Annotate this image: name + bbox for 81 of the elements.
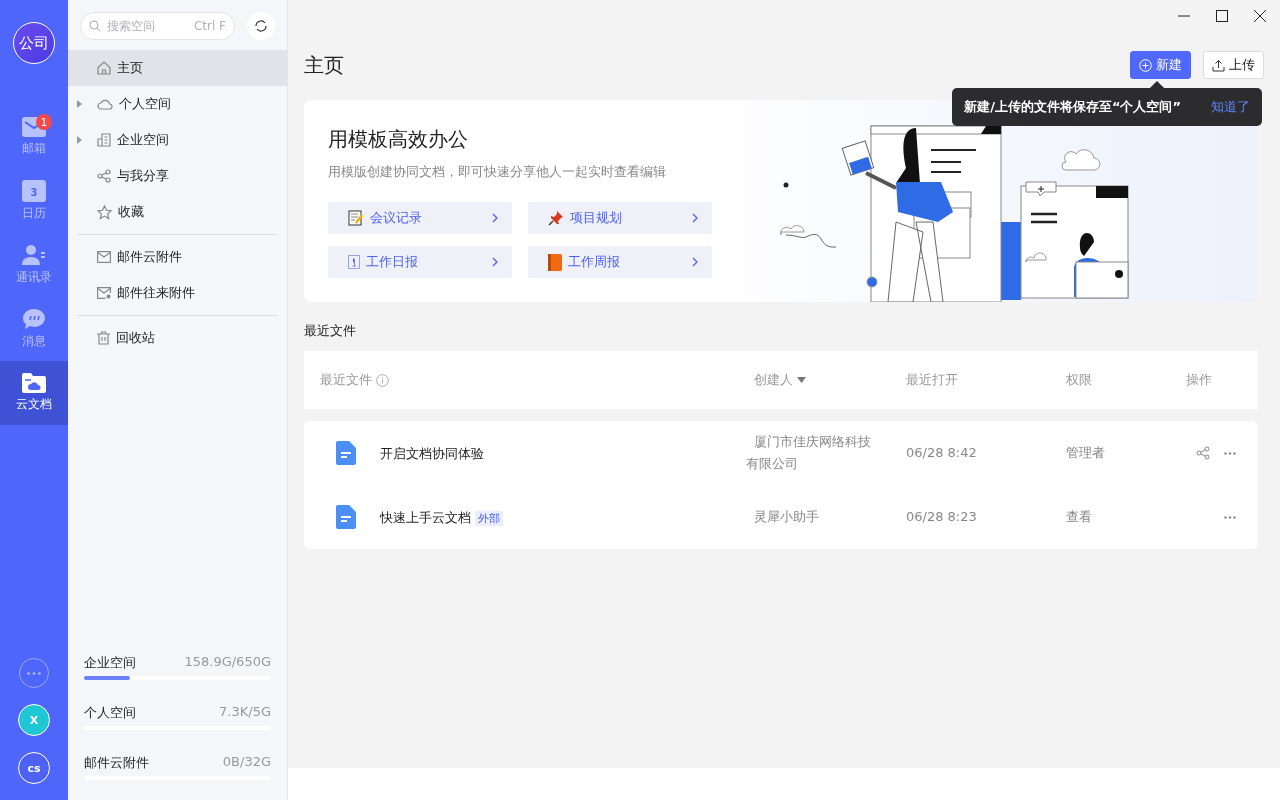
section-title: 最近文件 xyxy=(304,322,357,340)
book-icon xyxy=(548,253,562,271)
refresh-icon xyxy=(254,19,268,33)
banner-subtitle: 用模版创建协同文档，即可快速分享他人一起实时查看编辑 xyxy=(328,163,667,181)
unread-badge: 1 xyxy=(36,114,52,130)
storage-label: 邮件云附件 xyxy=(84,754,149,772)
home-icon xyxy=(97,61,111,75)
template-button[interactable]: 工作日报 xyxy=(328,246,512,278)
upload-icon xyxy=(1212,58,1225,72)
plus-circle-icon xyxy=(1139,58,1152,72)
sidebar-item[interactable]: 企业空间 xyxy=(68,122,287,158)
new-button[interactable]: 新建 xyxy=(1130,51,1191,79)
page-title: 主页 xyxy=(304,51,345,79)
file-name[interactable]: 开启文档协同体验 xyxy=(380,446,484,461)
shortcut-hint: Ctrl F xyxy=(193,19,226,33)
opened-time: 06/28 8:23 xyxy=(906,508,978,526)
permission-cell-text: 查看 xyxy=(1066,508,1093,526)
upload-button[interactable]: 上传 xyxy=(1203,51,1264,79)
chevron-right-icon xyxy=(692,213,698,223)
contacts-icon xyxy=(22,244,46,266)
tooltip-text: 新建/上传的文件将保存至“个人空间” xyxy=(964,98,1181,116)
got-it-link[interactable]: 知道了 xyxy=(1211,98,1250,116)
folder-cloud-icon xyxy=(22,373,46,393)
chevron-right-icon xyxy=(492,213,498,223)
expand-caret-icon[interactable] xyxy=(77,136,83,144)
template-button[interactable]: 工作周报 xyxy=(528,246,712,278)
sidebar-item[interactable]: 回收站 xyxy=(68,320,287,356)
maximize-icon[interactable] xyxy=(1216,10,1228,22)
storage-usage: 0B/32G xyxy=(222,754,271,771)
sidebar-item[interactable]: 与我分享 xyxy=(68,158,287,194)
opened-time: 06/28 8:42 xyxy=(906,444,978,462)
sidebar-item[interactable]: 个人空间 xyxy=(68,86,287,122)
column-header: 最近打开 xyxy=(906,371,958,389)
user-avatar[interactable]: cs xyxy=(18,752,50,784)
storage-usage: 7.3K/5G xyxy=(219,704,271,721)
rail-nav-item[interactable]: 云文档 xyxy=(0,361,68,425)
chevron-right-icon xyxy=(692,257,698,267)
storage-label: 企业空间 xyxy=(84,654,136,672)
company-logo[interactable]: 公司 xyxy=(13,22,55,64)
mail-icon xyxy=(97,287,111,299)
memo-icon xyxy=(348,210,364,226)
creator-cell-text: 厦门市佳庆网络科技有限公司 xyxy=(746,433,872,473)
more-icon xyxy=(27,671,41,675)
star-icon xyxy=(97,204,112,220)
share-icon xyxy=(97,169,111,183)
mail-icon xyxy=(97,251,111,263)
pushpin-icon xyxy=(548,210,564,226)
calendar-icon: 3 xyxy=(22,180,46,202)
creator-cell-text: 灵犀小助手 xyxy=(753,508,820,526)
sort-caret-icon[interactable] xyxy=(797,377,806,383)
trash-icon xyxy=(97,331,110,345)
more-icon[interactable] xyxy=(1224,515,1236,519)
document-icon xyxy=(336,505,356,529)
permission-cell-text: 管理者 xyxy=(1066,444,1106,462)
template-button[interactable]: 会议记录 xyxy=(328,202,512,234)
expand-caret-icon[interactable] xyxy=(77,100,83,108)
column-header: 权限 xyxy=(1066,371,1092,389)
share-icon[interactable] xyxy=(1196,446,1210,460)
file-name[interactable]: 快速上手云文档 xyxy=(380,510,471,525)
document-icon xyxy=(336,441,356,465)
rail-nav-item[interactable]: 邮箱 1 xyxy=(0,105,68,169)
template-button[interactable]: 项目规划 xyxy=(528,202,712,234)
close-icon[interactable] xyxy=(1254,10,1266,22)
sidebar-item[interactable]: 邮件云附件 xyxy=(68,239,287,275)
building-icon xyxy=(97,133,111,147)
column-header: 操作 xyxy=(1186,371,1212,389)
storage-label: 个人空间 xyxy=(84,704,136,722)
banner-title: 用模板高效办公 xyxy=(328,126,469,153)
cloud-icon xyxy=(97,98,113,110)
storage-usage: 158.9G/650G xyxy=(184,654,271,671)
calendar-icon xyxy=(348,255,360,269)
sidebar-item[interactable]: 主页 xyxy=(68,50,287,86)
sidebar-item[interactable]: 邮件往来附件 xyxy=(68,275,287,311)
chat-icon xyxy=(22,308,46,330)
search-icon xyxy=(89,20,101,32)
sidebar-item[interactable]: 收藏 xyxy=(68,194,287,230)
more-icon[interactable] xyxy=(1224,451,1236,455)
refresh-button[interactable] xyxy=(247,12,275,40)
external-tag: 外部 xyxy=(475,511,503,526)
chevron-right-icon xyxy=(492,257,498,267)
column-header: 最近文件 xyxy=(320,371,372,389)
